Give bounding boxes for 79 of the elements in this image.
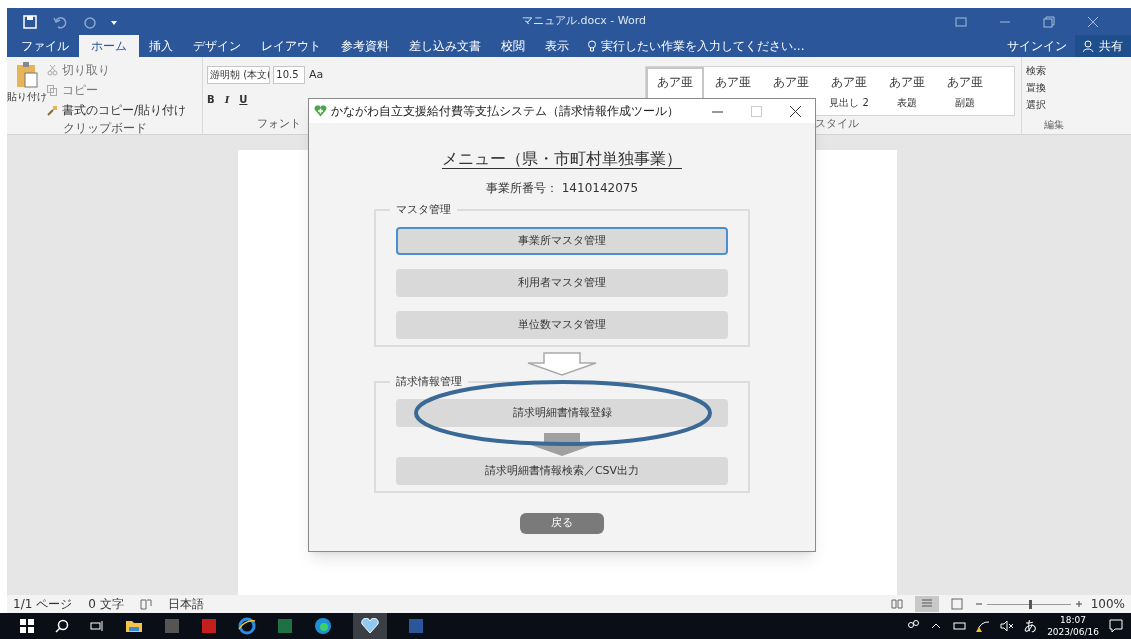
search-icon[interactable] <box>55 619 69 633</box>
window-title: マニュアル.docx - Word <box>522 13 646 30</box>
style-item[interactable]: あア亜 副題 <box>936 67 994 115</box>
ribbon-tab[interactable]: 差し込み文書 <box>399 35 491 57</box>
editing-button[interactable]: 選択 <box>1026 96 1101 113</box>
format-painter-button[interactable]: 書式のコピー/貼り付け <box>47 101 187 119</box>
font-name-field[interactable]: 游明朝 (本文( <box>207 66 271 84</box>
ribbon-tab[interactable]: 参考資料 <box>331 35 399 57</box>
ime-indicator[interactable]: あ <box>1024 616 1038 636</box>
folder-icon[interactable] <box>125 618 143 634</box>
sign-in-link[interactable]: サインイン <box>999 37 1075 55</box>
group-label: 編集 <box>1043 118 1065 132</box>
change-case-button[interactable]: Aa <box>309 67 324 84</box>
group-label: スタイル <box>814 115 860 132</box>
task-view-icon[interactable] <box>90 619 104 633</box>
restore-icon[interactable] <box>1043 15 1055 28</box>
copy-button[interactable]: コピー <box>47 81 187 99</box>
language-label: 日本語 <box>167 596 204 613</box>
windows-start-icon[interactable] <box>20 619 34 633</box>
clipboard-icon <box>15 61 39 89</box>
zoom-level[interactable]: 100% <box>1090 595 1125 613</box>
underline-button[interactable]: U <box>239 92 248 107</box>
ribbon-tab[interactable]: 挿入 <box>139 35 183 57</box>
font-size-field[interactable]: 10.5 <box>273 66 305 84</box>
notification-icon[interactable] <box>1109 619 1123 633</box>
editing-button[interactable]: 置換 <box>1026 79 1101 96</box>
ribbon-tab[interactable]: ファイル <box>11 35 79 57</box>
menu-heading: メニュー（県・市町村単独事業） <box>442 148 682 170</box>
print-layout-icon[interactable] <box>914 596 939 612</box>
heart-app-icon[interactable] <box>361 618 379 634</box>
share-button[interactable]: 共有 <box>1075 35 1131 57</box>
menu-button[interactable]: 単位数マスタ管理 <box>396 311 728 339</box>
undo-icon[interactable] <box>53 14 67 29</box>
ribbon-tab[interactable]: ホーム <box>79 35 139 57</box>
cut-button[interactable]: 切り取り <box>47 61 187 79</box>
zoom-in-icon[interactable] <box>1074 600 1083 608</box>
proofing-icon[interactable] <box>139 598 152 610</box>
italic-button[interactable]: I <box>224 92 230 107</box>
speaker-muted-icon[interactable] <box>1000 620 1015 632</box>
ribbon-tab[interactable]: デザイン <box>183 35 251 57</box>
lightbulb-icon <box>587 40 597 52</box>
tell-me-field[interactable]: 実行したい作業を入力してください... <box>601 37 805 55</box>
menu-button[interactable]: 請求明細書情報検索／CSV出力 <box>396 457 728 485</box>
read-mode-icon[interactable] <box>890 598 903 610</box>
menu-button[interactable]: 利用者マスタ管理 <box>396 269 728 297</box>
word-count: 0 文字 <box>88 596 124 613</box>
browser-icon[interactable] <box>238 617 256 635</box>
web-layout-icon[interactable] <box>950 598 963 610</box>
wifi-warning-icon[interactable] <box>976 620 991 632</box>
close-icon[interactable] <box>790 105 801 117</box>
editing-button[interactable]: 検索 <box>1026 62 1101 79</box>
menu-button[interactable]: 請求明細書情報登録 <box>396 399 728 427</box>
page-count: 1/1 ページ <box>13 596 73 613</box>
group-label: フォント <box>256 115 302 132</box>
down-arrow-icon <box>526 352 598 376</box>
bold-button[interactable]: B <box>207 92 215 107</box>
browser-icon[interactable] <box>314 617 332 635</box>
paste-button[interactable]: 貼り付け <box>7 61 47 119</box>
app-logo-icon <box>314 105 327 117</box>
paintbrush-icon <box>47 104 58 116</box>
office-number: 事業所番号： 1410142075 <box>485 180 639 197</box>
save-icon[interactable] <box>23 14 37 29</box>
group-label: クリップボード <box>61 120 148 137</box>
back-button[interactable]: 戻る <box>520 513 604 534</box>
menu-button[interactable]: 事業所マスタ管理 <box>396 227 728 255</box>
style-item[interactable]: あア亜 表題 <box>878 67 936 115</box>
group-label: マスタ管理 <box>390 202 457 218</box>
copy-icon <box>47 84 58 96</box>
person-icon <box>1083 40 1095 52</box>
ribbon-display-icon[interactable] <box>955 15 967 28</box>
clock[interactable]: 18:07 2023/06/16 <box>1047 614 1099 638</box>
ribbon-tab[interactable]: 表示 <box>535 35 579 57</box>
group-label: 請求情報管理 <box>390 374 468 390</box>
zoom-out-icon[interactable] <box>974 600 983 608</box>
ribbon-tab[interactable]: レイアウト <box>251 35 331 57</box>
ribbon-tab[interactable]: 校閲 <box>491 35 535 57</box>
zoom-slider[interactable] <box>986 599 1071 609</box>
scissors-icon <box>47 64 58 76</box>
style-item[interactable]: あア亜 見出し 2 <box>820 67 878 115</box>
